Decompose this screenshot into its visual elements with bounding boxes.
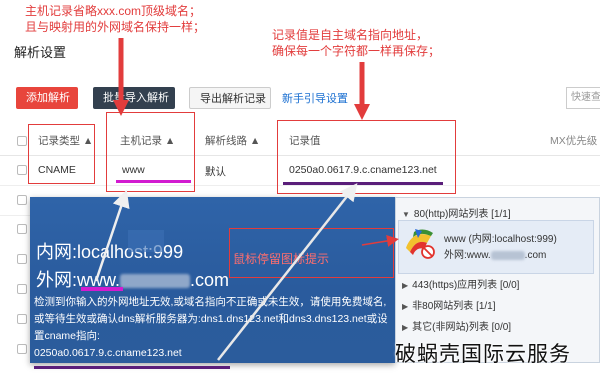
page-title: 解析设置: [14, 45, 67, 60]
expand-icon: ▶: [402, 281, 409, 290]
row-checkbox[interactable]: [17, 284, 27, 294]
host-annotation-line2: 且与映射用的外网域名保持一样；: [25, 20, 206, 34]
tooltip-extranet: 外网:www. .com: [36, 270, 230, 290]
value-annotation-line1: 记录值是自主域名指向地址，: [272, 28, 429, 42]
expand-icon: ▶: [402, 323, 409, 332]
watermark: 破蜗壳国际云服务: [395, 343, 571, 366]
panel-item-http[interactable]: ▼ 80(http)网站列表 [1/1]: [402, 205, 511, 220]
host-highlight-box: [106, 112, 195, 192]
header-line[interactable]: 解析线路 ▲: [205, 133, 260, 148]
row-checkbox[interactable]: [17, 344, 27, 354]
site-icon: [402, 226, 436, 260]
quick-search-input[interactable]: 快速查: [566, 87, 600, 109]
row-checkbox[interactable]: [17, 165, 27, 175]
export-records-button[interactable]: 导出解析记录: [189, 87, 271, 109]
blurred-domain: [490, 250, 525, 260]
select-all-checkbox[interactable]: [17, 136, 27, 146]
expand-icon: ▶: [402, 302, 409, 311]
guide-settings-link[interactable]: 新手引导设置: [282, 90, 348, 106]
sort-icon: ▲: [249, 135, 261, 147]
hover-hint-box: [229, 228, 394, 278]
panel-entry-intranet: www (内网:localhost:999): [444, 234, 557, 245]
cell-line: 默认: [205, 166, 226, 178]
panel-item-https[interactable]: ▶ 443(https)应用列表 [0/0]: [402, 276, 519, 291]
tooltip-cname-underline: [34, 366, 230, 369]
row-checkbox[interactable]: [17, 254, 27, 264]
value-arrow: [354, 104, 370, 120]
blurred-domain: [120, 274, 191, 289]
row-checkbox[interactable]: [17, 195, 27, 205]
tooltip-shade: [128, 230, 164, 252]
panel-entry-extranet: 外网:www. .com: [444, 250, 547, 261]
row-checkbox[interactable]: [17, 314, 27, 324]
tooltip-extranet-underline: [81, 287, 123, 291]
batch-import-button[interactable]: 批量导入解析: [93, 87, 175, 109]
value-annotation-line2: 确保每一个字符都一样再保存；: [272, 44, 441, 58]
panel-item-non80[interactable]: ▶ 非80网站列表 [1/1]: [402, 297, 496, 312]
tooltip-cname-target: 0250a0.0617.9.c.cname123.net: [34, 347, 182, 359]
host-annotation-line1: 主机记录省略xxx.com顶级域名；: [25, 4, 202, 18]
row-checkbox[interactable]: [17, 224, 27, 234]
record-type-highlight-box: [28, 124, 95, 184]
tooltip-warning: 检测到你输入的外网地址无效,或域名指向不正确或未生效，请使用免费域名,或等待生效…: [34, 296, 388, 359]
value-highlight-box: [277, 120, 456, 194]
collapse-icon: ▼: [402, 210, 410, 219]
panel-item-other[interactable]: ▶ 其它(非网站)列表 [0/0]: [402, 318, 511, 333]
add-record-button[interactable]: 添加解析: [16, 87, 78, 109]
header-mx-priority: MX优先级: [550, 135, 598, 147]
